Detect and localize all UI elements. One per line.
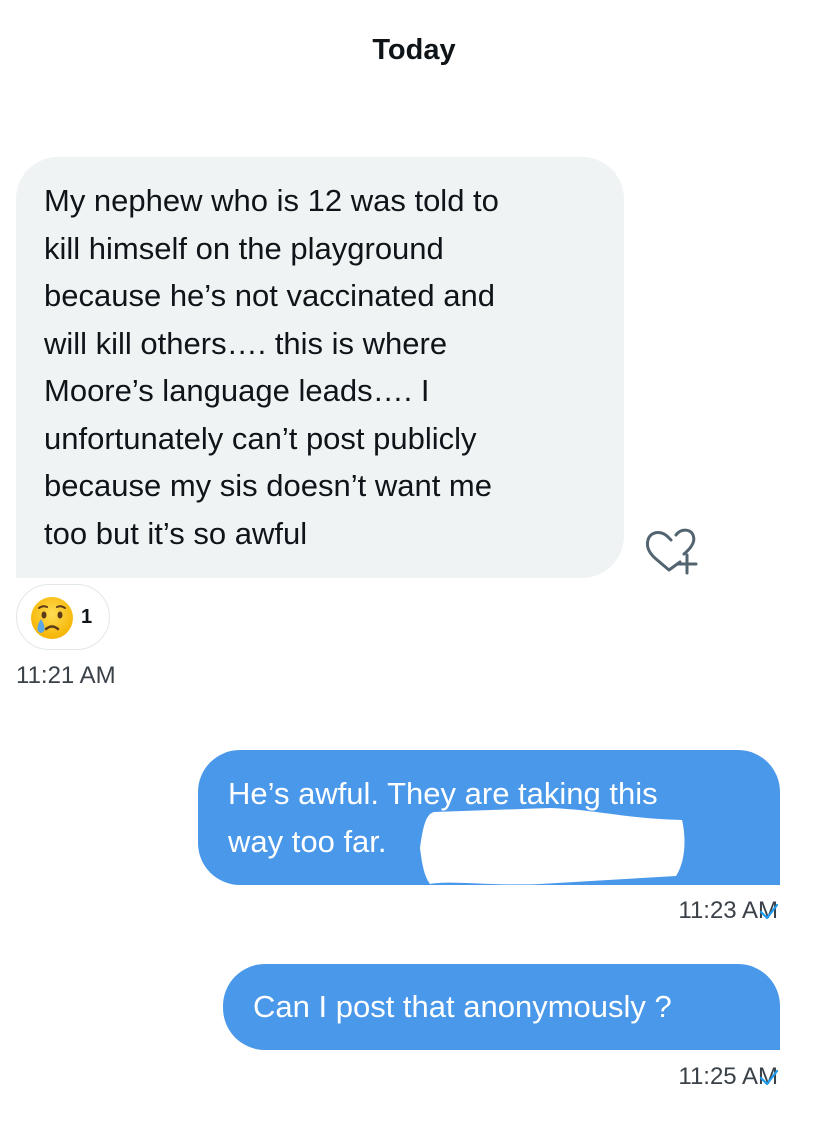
crying-face-icon	[31, 597, 73, 639]
checkmark-icon	[759, 1069, 779, 1086]
redaction-scribble	[420, 808, 685, 885]
reaction-count: 1	[81, 606, 93, 628]
message-line: because my sis doesn’t want me	[44, 468, 492, 503]
outgoing-message-bubble[interactable]: Can I post that anonymously ?	[223, 964, 780, 1050]
message-line: unfortunately can’t post publicly	[44, 420, 477, 456]
reaction-pill[interactable]: 1	[16, 584, 110, 650]
add-reaction-button[interactable]	[642, 526, 698, 576]
message-line: because he’s not vaccinated and	[44, 278, 495, 313]
message-line: too but it’s so awful	[44, 515, 308, 551]
message-timestamp: 11:21 AM	[16, 662, 116, 689]
message-line: will kill others…. this is where	[44, 325, 448, 361]
heart-plus-icon	[645, 528, 698, 575]
checkmark-icon	[759, 903, 779, 920]
message-line: Moore’s language leads…. I	[44, 373, 430, 408]
timestamp-smudge	[628, 896, 646, 926]
incoming-message-bubble[interactable]: My nephew who is 12 was told to kill him…	[16, 157, 624, 578]
message-line: Can I post that anonymously ?	[253, 989, 672, 1024]
message-line: My nephew who is 12 was told to	[44, 183, 499, 218]
date-header: Today	[372, 34, 456, 66]
message-line: kill himself on the playground	[44, 230, 444, 266]
